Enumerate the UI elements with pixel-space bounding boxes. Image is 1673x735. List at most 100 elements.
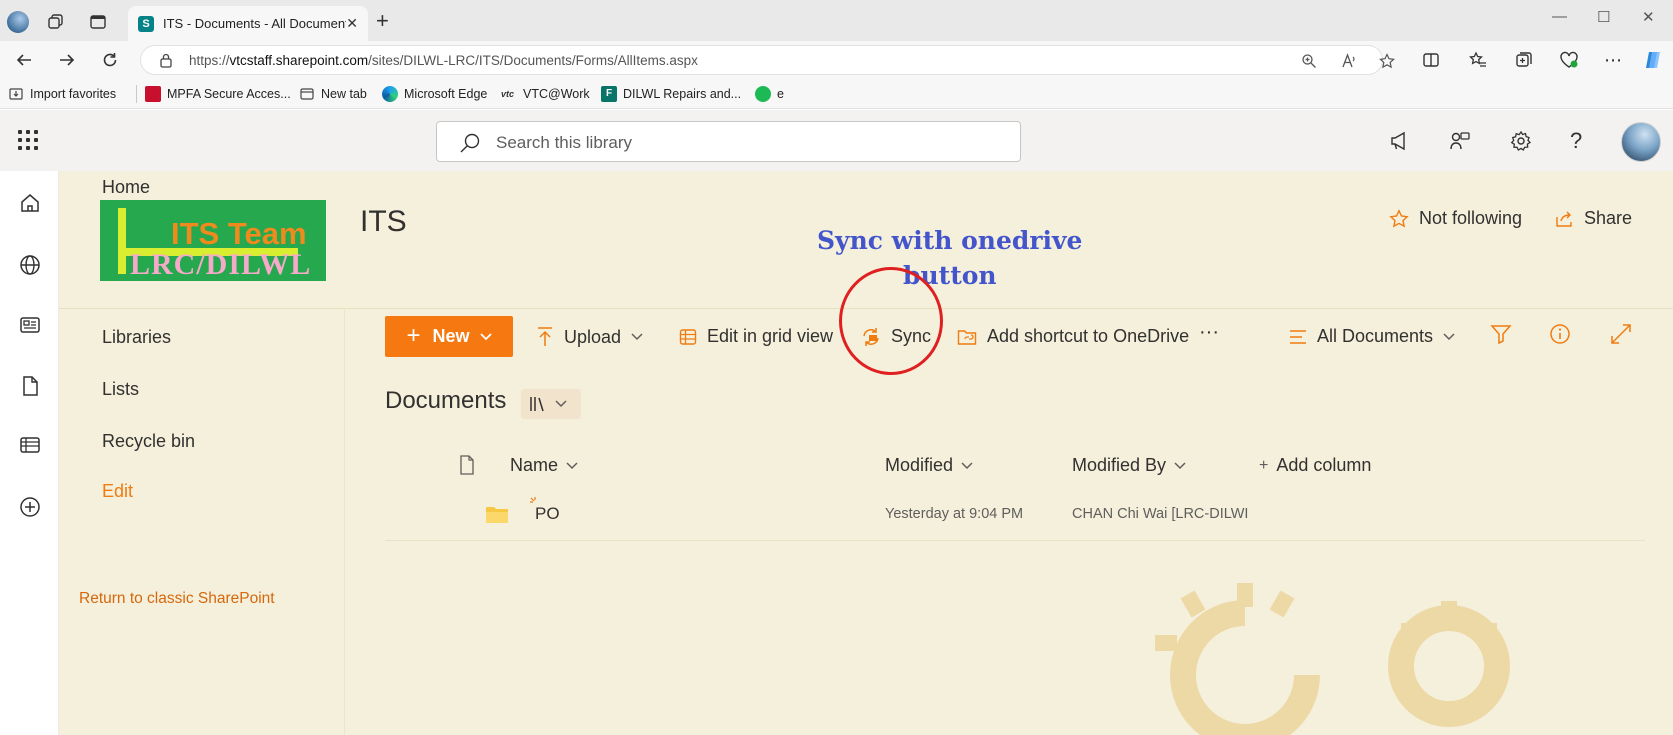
back-icon[interactable] [13,49,35,71]
close-window-icon[interactable]: ✕ [1642,8,1655,26]
filter-icon[interactable] [1490,323,1512,345]
bookmarks-bar: Import favorites MPFA Secure Acces... Ne… [0,79,1673,109]
chevron-down-icon [479,332,492,341]
bookmark-dilwl-repairs[interactable]: F DILWL Repairs and... [601,86,741,102]
split-screen-icon[interactable] [1420,49,1442,71]
app-launcher-icon[interactable] [18,130,38,150]
more-menu-icon[interactable]: ⋯ [1602,49,1624,71]
column-header-modified-by[interactable]: Modified By [1072,455,1186,476]
lock-icon[interactable] [159,53,173,68]
site-logo[interactable]: ITS Team LRC/DILWL [100,200,326,281]
browser-tab-bar: S ITS - Documents - All Documents ✕ + — … [0,0,1673,41]
chevron-down-icon [1443,332,1455,341]
nav-edit-link[interactable]: Edit [102,481,133,502]
zoom-icon[interactable] [1301,53,1317,69]
vertical-tabs-icon[interactable] [87,11,109,33]
annotation-circle [839,267,943,375]
bookmark-import-favorites[interactable]: Import favorites [8,86,116,102]
upload-icon [536,326,554,348]
return-classic-link[interactable]: Return to classic SharePoint [79,590,275,608]
favorite-star-icon[interactable] [1379,53,1395,69]
globe-icon[interactable] [18,253,42,277]
more-actions-button[interactable]: ··· [1199,321,1219,344]
edit-grid-view-button[interactable]: Edit in grid view [679,326,833,347]
refresh-icon[interactable] [99,49,121,71]
plus-icon: + [1259,456,1269,474]
bookmark-e[interactable]: e [755,86,784,102]
expand-icon[interactable] [1610,323,1632,345]
import-favorites-icon [8,86,24,102]
collections-icon[interactable] [1513,49,1535,71]
active-tab[interactable]: S ITS - Documents - All Documents ✕ [128,6,368,41]
search-icon [459,132,481,154]
bookmark-microsoft-edge[interactable]: Microsoft Edge [382,86,487,102]
vtc-icon: vtc [501,89,515,99]
site-title[interactable]: ITS [360,205,407,239]
settings-gear-icon[interactable] [1510,130,1532,152]
forward-icon[interactable] [56,49,78,71]
add-column-button[interactable]: + Add column [1259,455,1371,476]
grid-icon [679,328,697,346]
green-circle-icon [755,86,771,102]
file-type-column-icon[interactable] [459,455,475,475]
folder-icon [485,506,509,524]
profile-avatar[interactable] [7,11,29,33]
megaphone-icon[interactable] [1389,130,1411,152]
read-aloud-icon[interactable] [1341,53,1357,69]
logo-text-line1: ITS Team [171,216,307,251]
library-title[interactable]: Documents [385,387,506,415]
sharepoint-favicon-icon: S [138,15,154,32]
view-selector[interactable]: All Documents [1289,326,1455,347]
browser-essentials-icon[interactable] [1558,49,1580,71]
home-link[interactable]: Home [102,177,150,198]
address-toolbar: https://vtcstaff.sharepoint.com/sites/DI… [0,41,1673,79]
bookmark-new-tab[interactable]: New tab [299,86,367,102]
close-tab-icon[interactable]: ✕ [346,15,358,32]
bookmark-vtc-work[interactable]: vtc VTC@Work [501,86,590,102]
decorative-gear-watermark [1155,583,1510,735]
maximize-icon[interactable]: ☐ [1597,8,1610,26]
star-icon [1389,208,1409,229]
library-views-button[interactable] [521,389,581,419]
workspaces-icon[interactable] [45,11,67,33]
site-content: Home ITS Team LRC/DILWL ITS Not followin… [59,171,1673,735]
copilot-icon[interactable] [1642,49,1664,71]
nav-item-libraries[interactable]: Libraries [102,327,171,348]
help-icon[interactable]: ? [1570,130,1592,152]
new-button[interactable]: + New [385,316,513,357]
bookmark-mpfa[interactable]: MPFA Secure Acces... [145,86,291,102]
add-shortcut-onedrive-button[interactable]: Add shortcut to OneDrive [957,326,1189,347]
news-icon[interactable] [18,313,42,337]
address-bar[interactable]: https://vtcstaff.sharepoint.com/sites/DI… [140,45,1395,75]
search-input[interactable]: Search this library [436,121,1021,162]
mpfa-icon [145,86,161,102]
favorites-icon[interactable] [1467,49,1489,71]
share-icon [1554,209,1574,229]
home-icon[interactable] [18,191,42,215]
new-tab-icon [299,86,315,102]
lists-icon[interactable] [18,433,42,457]
column-header-modified[interactable]: Modified [885,455,973,476]
url-text: https://vtcstaff.sharepoint.com/sites/DI… [189,53,698,68]
info-icon[interactable] [1549,323,1571,345]
column-header-name[interactable]: Name [510,455,578,476]
table-row[interactable]: PO Yesterday at 9:04 PM CHAN Chi Wai [LR… [385,489,1645,541]
new-tab-button[interactable]: + [376,10,389,32]
edge-icon [382,86,398,102]
chevron-down-icon [566,461,578,470]
nav-item-recycle-bin[interactable]: Recycle bin [102,431,195,452]
minimize-icon[interactable]: — [1552,8,1567,25]
files-icon[interactable] [18,374,42,398]
plus-icon: + [406,321,421,349]
upload-button[interactable]: Upload [536,326,643,348]
follow-button[interactable]: Not following [1389,208,1522,229]
feedback-icon[interactable] [1449,130,1471,152]
create-plus-icon[interactable] [18,495,42,519]
row-modified-by[interactable]: CHAN Chi Wai [LRC-DILWI [1072,506,1248,522]
chevron-down-icon [1174,461,1186,470]
row-name[interactable]: PO [535,504,560,524]
nav-item-lists[interactable]: Lists [102,379,139,400]
user-avatar[interactable] [1621,122,1661,162]
row-modified: Yesterday at 9:04 PM [885,506,1024,522]
share-button[interactable]: Share [1554,208,1632,229]
